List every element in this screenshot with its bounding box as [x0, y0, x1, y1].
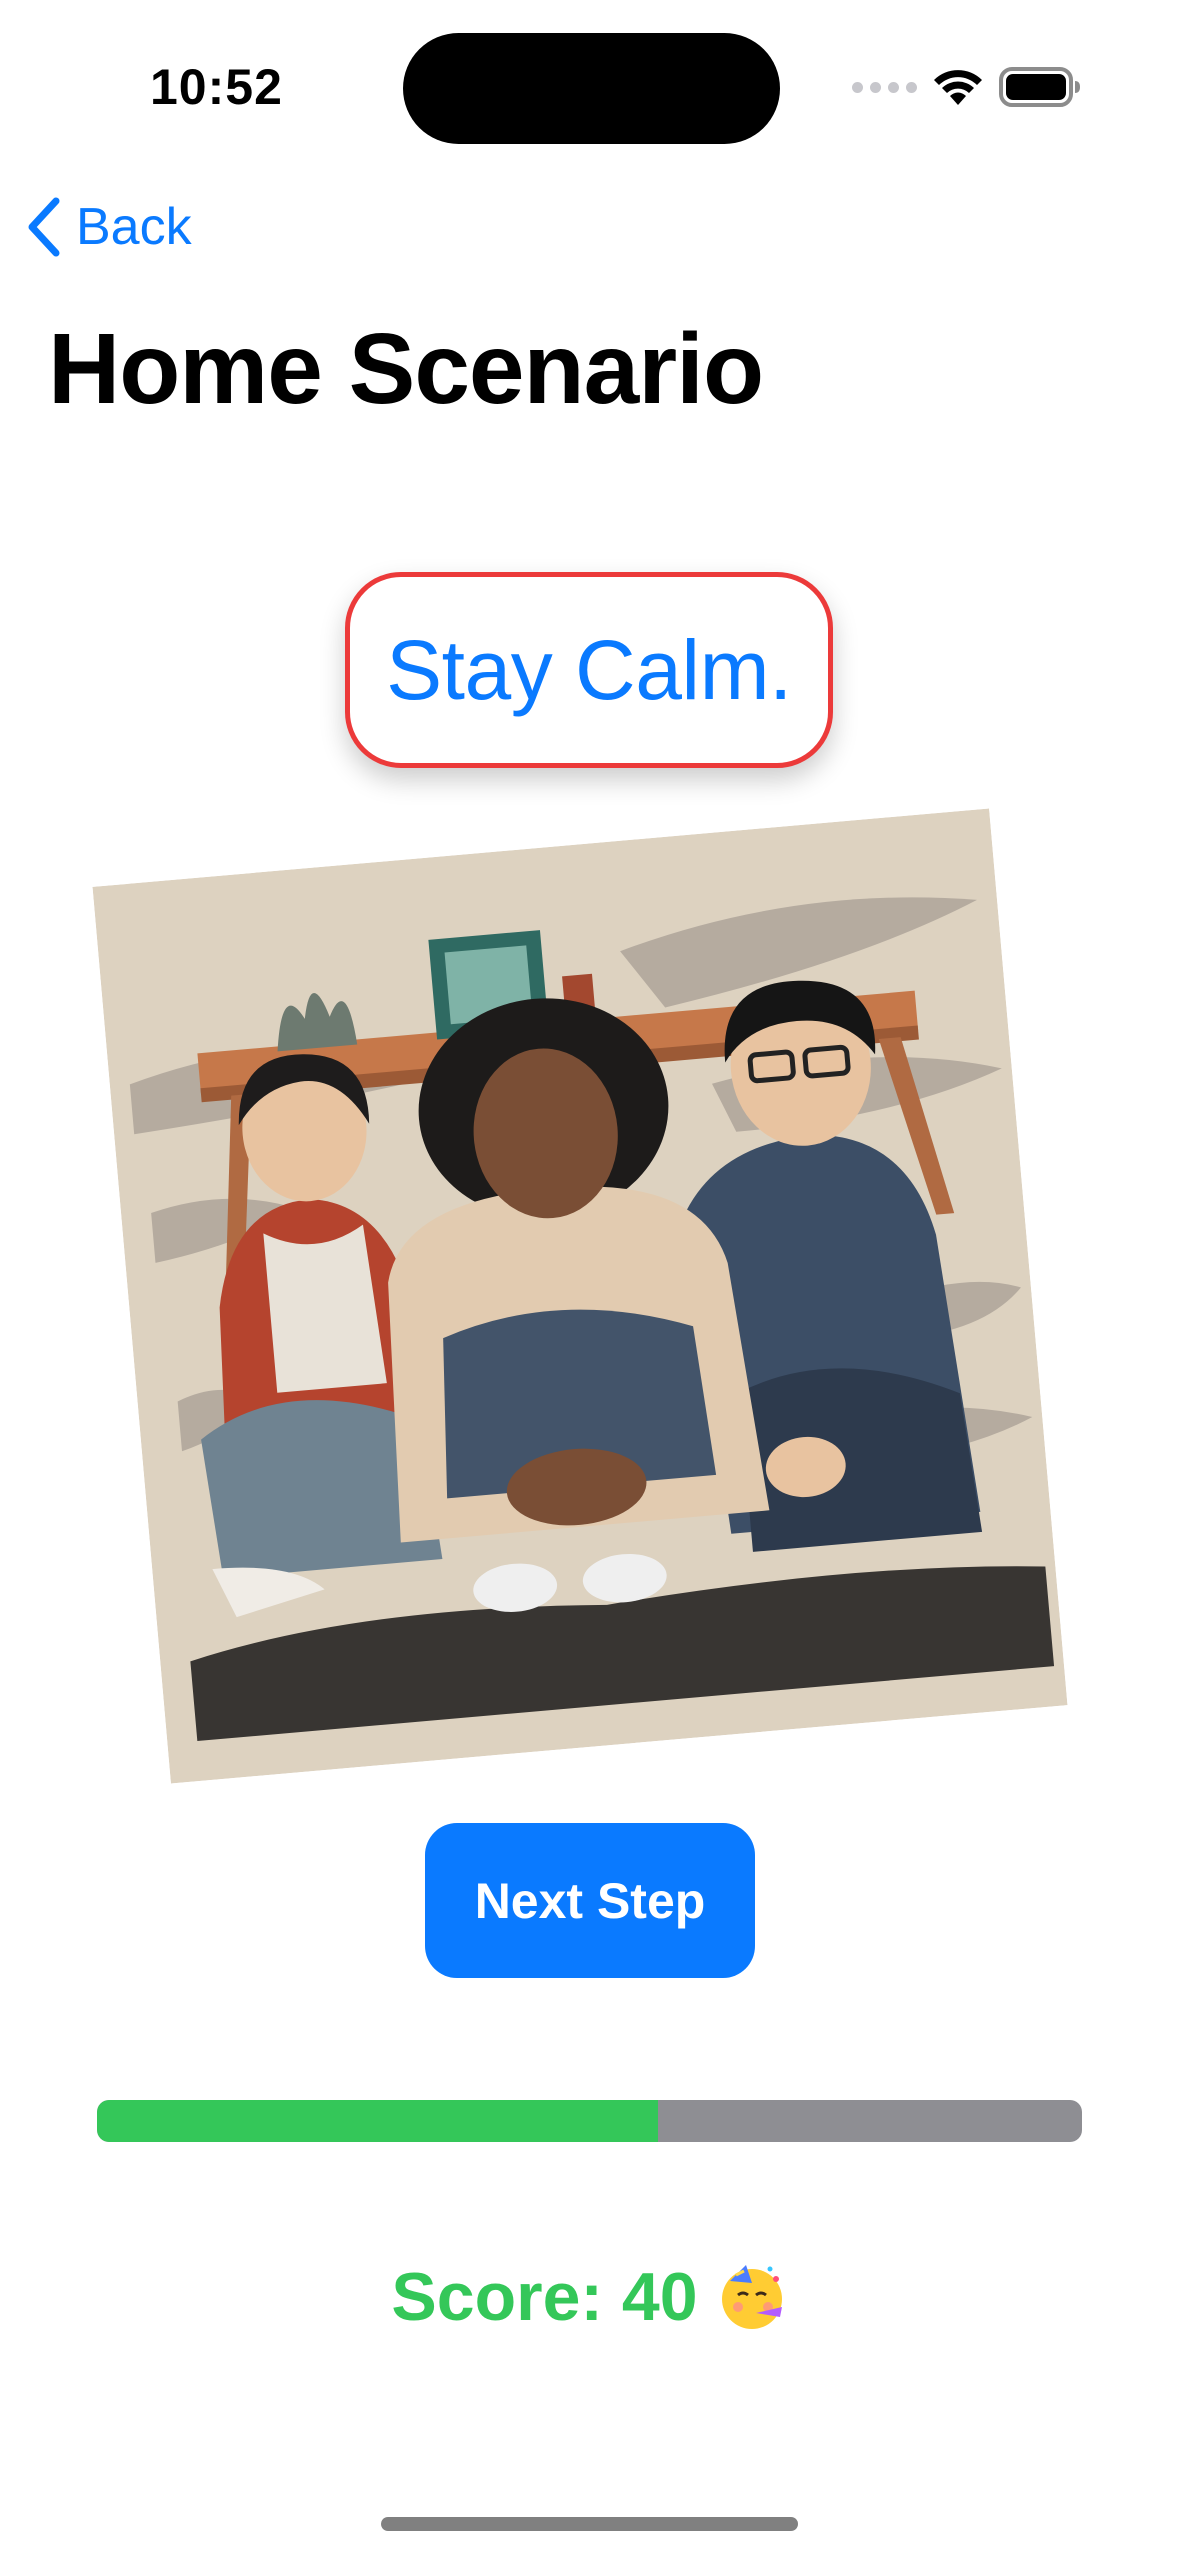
step-instruction-card: Stay Calm.: [345, 572, 833, 768]
dynamic-island: [403, 33, 780, 144]
progress-bar: [97, 2100, 1082, 2142]
step-instruction-text: Stay Calm.: [386, 622, 792, 717]
score-label: Score: 40: [391, 2259, 698, 2335]
home-indicator[interactable]: [381, 2517, 798, 2531]
scenario-illustration: [92, 808, 1068, 1784]
wifi-icon: [934, 70, 982, 105]
page-title: Home Scenario: [48, 313, 764, 425]
battery-icon: [999, 67, 1080, 107]
screen: 10:52 Back Home Scenario Stay Calm. Next…: [0, 0, 1179, 2556]
cellular-icon: [852, 81, 917, 93]
back-button[interactable]: Back: [26, 192, 192, 262]
next-step-button[interactable]: Next Step: [425, 1823, 755, 1978]
status-icons: [852, 62, 1081, 112]
back-label: Back: [76, 198, 192, 256]
score: Score: 40: [0, 2258, 1179, 2336]
status-time: 10:52: [150, 59, 283, 115]
partying-face-icon: [721, 2265, 782, 2329]
chevron-left-icon: [28, 197, 60, 257]
progress-fill: [97, 2100, 659, 2142]
